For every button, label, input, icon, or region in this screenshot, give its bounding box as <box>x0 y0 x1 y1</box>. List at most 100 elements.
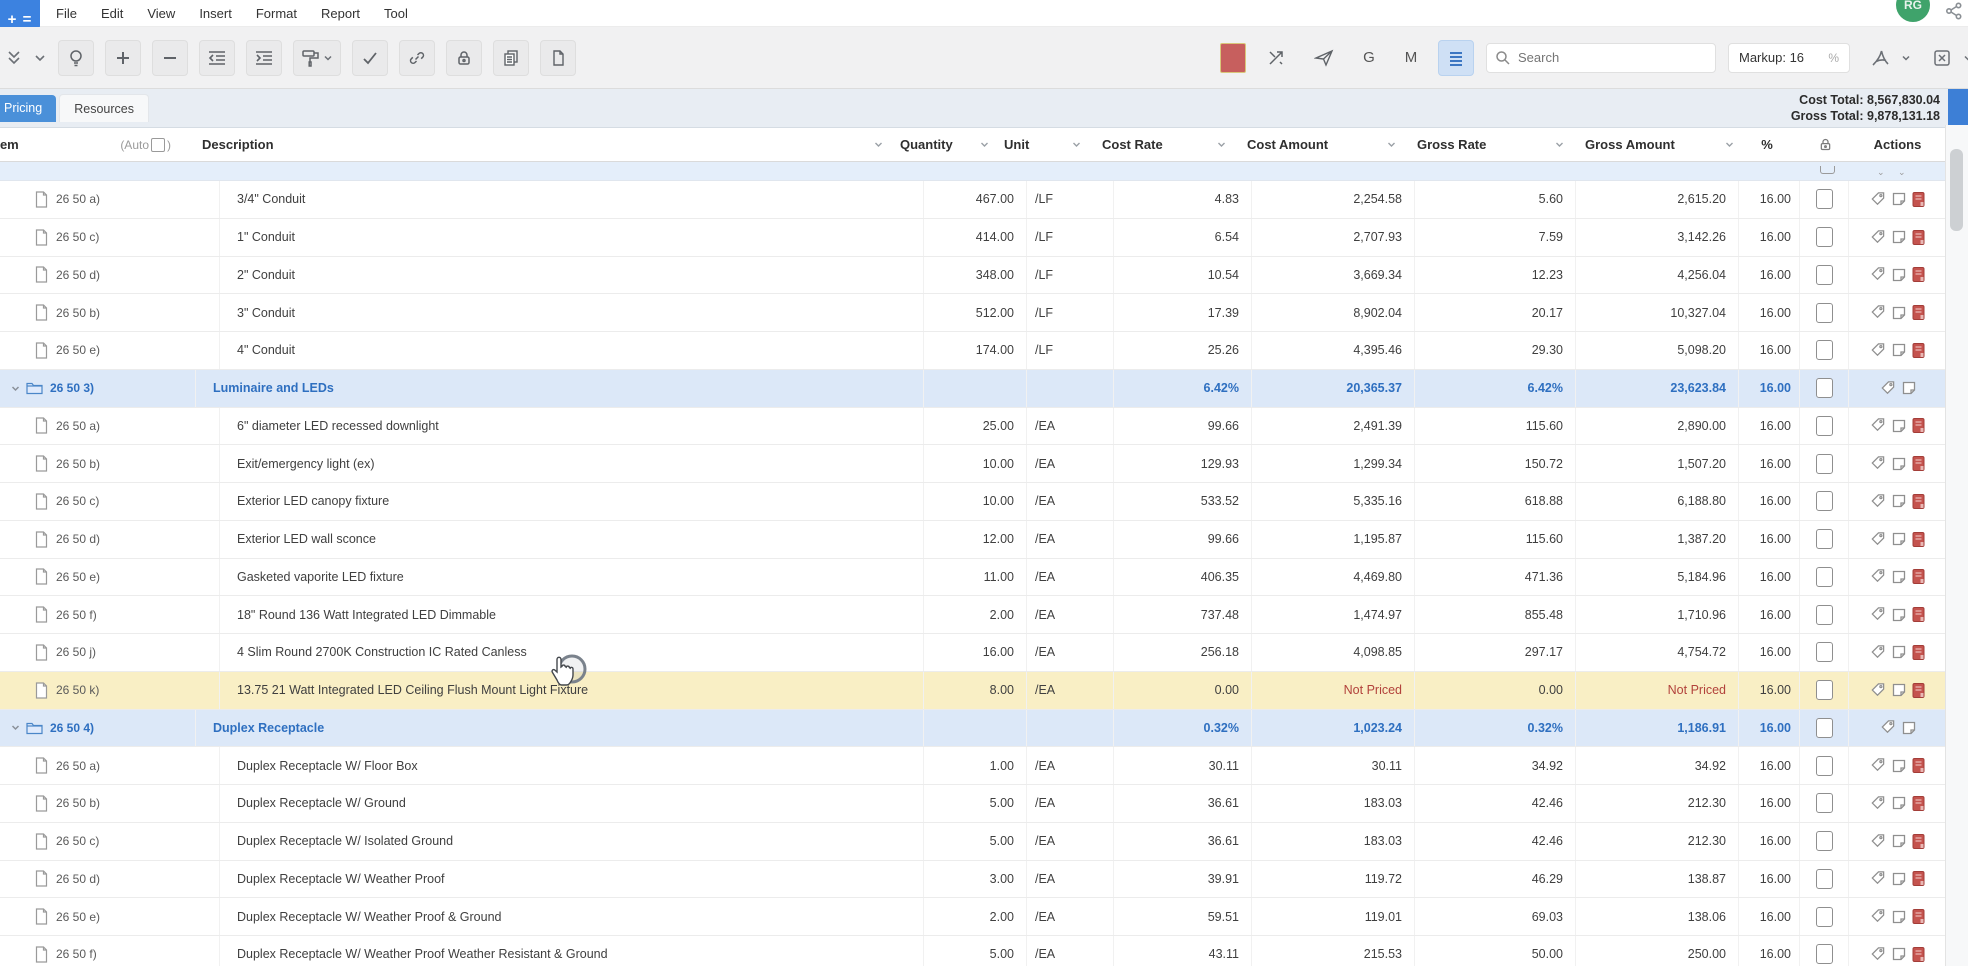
cost-amount-cell[interactable]: 1,474.97 <box>1252 596 1415 633</box>
description-cell[interactable]: Exterior LED wall sconce <box>220 521 924 558</box>
item-cell[interactable]: 26 50 e) <box>0 559 220 596</box>
note-icon[interactable] <box>1891 456 1907 472</box>
menu-insert[interactable]: Insert <box>189 3 242 24</box>
quantity-cell[interactable]: 5.00 <box>924 785 1027 822</box>
quantity-cell[interactable]: 467.00 <box>924 181 1027 218</box>
description-cell[interactable]: 18" Round 136 Watt Integrated LED Dimmab… <box>220 596 924 633</box>
tag-icon[interactable] <box>1869 870 1886 887</box>
g-button[interactable]: G <box>1354 42 1384 74</box>
description-cell[interactable]: 6" diameter LED recessed downlight <box>220 408 924 445</box>
note-icon[interactable] <box>1901 380 1917 396</box>
unit-filter-icon[interactable] <box>1071 139 1082 150</box>
cost-amount-cell[interactable]: 183.03 <box>1252 823 1415 860</box>
gross-rate-cell[interactable]: 0.32% <box>1415 710 1576 747</box>
note-icon[interactable] <box>1891 758 1907 774</box>
item-cell[interactable]: 26 50 a) <box>0 408 220 445</box>
description-cell[interactable]: Duplex Receptacle W/ Weather Proof & Gro… <box>220 898 924 935</box>
quantity-cell[interactable]: 16.00 <box>924 634 1027 671</box>
cost-rate-cell[interactable]: 256.18 <box>1114 634 1252 671</box>
quantity-cell[interactable]: 5.00 <box>924 823 1027 860</box>
item-row[interactable]: 26 50 a)3/4" Conduit467.00/LF4.832,254.5… <box>0 181 1946 219</box>
row-checkbox[interactable] <box>1816 265 1833 285</box>
row-checkbox[interactable] <box>1816 642 1833 662</box>
item-cell[interactable]: 26 50 d) <box>0 257 220 294</box>
format-painter-button[interactable] <box>293 40 341 76</box>
cost-rate-cell[interactable]: 30.11 <box>1114 747 1252 784</box>
gross-amount-cell[interactable]: 212.30 <box>1576 785 1739 822</box>
red-book-icon[interactable] <box>1912 342 1926 359</box>
column-cost-amount[interactable]: Cost Amount <box>1247 137 1328 152</box>
cost-amount-cell[interactable]: 4,469.80 <box>1252 559 1415 596</box>
row-checkbox[interactable] <box>1816 227 1833 247</box>
percent-cell[interactable]: 16.00 <box>1739 408 1800 445</box>
cost-rate-cell[interactable]: 17.39 <box>1114 294 1252 331</box>
m-button[interactable]: M <box>1396 42 1426 74</box>
gross-rate-cell[interactable]: 115.60 <box>1415 521 1576 558</box>
row-checkbox[interactable] <box>1816 869 1833 889</box>
red-book-icon[interactable] <box>1912 417 1926 434</box>
percent-cell[interactable]: 16.00 <box>1739 521 1800 558</box>
tag-icon[interactable] <box>1869 606 1886 623</box>
description-cell[interactable]: 3" Conduit <box>220 294 924 331</box>
item-cell[interactable]: 26 50 3) <box>0 370 196 407</box>
search-input[interactable] <box>1516 49 1670 66</box>
column-description[interactable]: Description <box>202 137 274 152</box>
description-cell[interactable]: Duplex Receptacle W/ Ground <box>220 785 924 822</box>
side-panel-button[interactable] <box>1948 89 1968 127</box>
gross-amount-filter-icon[interactable] <box>1724 139 1735 150</box>
item-row[interactable]: 26 50 b)3" Conduit512.00/LF17.398,902.04… <box>0 294 1946 332</box>
gross-rate-cell[interactable]: 29.30 <box>1415 332 1576 369</box>
gross-amount-cell[interactable]: 3,142.26 <box>1576 219 1739 256</box>
description-cell[interactable]: Exterior LED canopy fixture <box>220 483 924 520</box>
menu-view[interactable]: View <box>137 3 185 24</box>
gross-rate-cell[interactable]: 115.60 <box>1415 408 1576 445</box>
gross-rate-cell[interactable]: 297.17 <box>1415 634 1576 671</box>
description-cell[interactable]: 3/4" Conduit <box>220 181 924 218</box>
row-checkbox[interactable] <box>1816 529 1833 549</box>
list-view-button[interactable] <box>1438 40 1474 76</box>
row-checkbox[interactable] <box>1816 340 1833 360</box>
description-filter-icon[interactable] <box>873 139 884 150</box>
item-cell[interactable]: 26 50 b) <box>0 785 220 822</box>
row-checkbox[interactable] <box>1816 567 1833 587</box>
menu-file[interactable]: File <box>46 3 87 24</box>
gross-rate-cell[interactable]: 618.88 <box>1415 483 1576 520</box>
unit-cell[interactable]: /LF <box>1027 332 1114 369</box>
note-icon[interactable] <box>1901 720 1917 736</box>
group-row[interactable]: 26 50 3)Luminaire and LEDs6.42%20,365.37… <box>0 370 1946 408</box>
item-cell[interactable]: 26 50 b) <box>0 445 220 482</box>
cost-rate-cell[interactable]: 129.93 <box>1114 445 1252 482</box>
quantity-filter-icon[interactable] <box>979 139 990 150</box>
note-icon[interactable] <box>1891 342 1907 358</box>
gross-rate-cell[interactable]: 855.48 <box>1415 596 1576 633</box>
note-icon[interactable] <box>1891 607 1907 623</box>
cost-rate-cell[interactable]: 737.48 <box>1114 596 1252 633</box>
row-checkbox[interactable] <box>1816 605 1833 625</box>
group-row[interactable]: 26 50 4)Duplex Receptacle0.32%1,023.240.… <box>0 710 1946 748</box>
percent-cell[interactable]: 16.00 <box>1739 898 1800 935</box>
tag-icon[interactable] <box>1869 417 1886 434</box>
column-gross-rate[interactable]: Gross Rate <box>1417 137 1486 152</box>
red-book-icon[interactable] <box>1912 455 1926 472</box>
gross-amount-cell[interactable]: 4,754.72 <box>1576 634 1739 671</box>
gross-rate-cell[interactable]: 12.23 <box>1415 257 1576 294</box>
description-cell[interactable]: Gasketed vaporite LED fixture <box>220 559 924 596</box>
description-cell[interactable]: 2" Conduit <box>220 257 924 294</box>
gross-amount-cell[interactable]: 1,387.20 <box>1576 521 1739 558</box>
red-book-icon[interactable] <box>1912 833 1926 850</box>
item-cell[interactable]: 26 50 k) <box>0 672 220 709</box>
cost-rate-cell[interactable]: 6.42% <box>1114 370 1252 407</box>
cost-amount-cell[interactable]: 215.53 <box>1252 936 1415 966</box>
tag-icon[interactable] <box>1869 493 1886 510</box>
scrollbar-thumb[interactable] <box>1950 149 1963 231</box>
gross-rate-cell[interactable]: 6.42% <box>1415 370 1576 407</box>
gross-amount-cell[interactable]: 6,188.80 <box>1576 483 1739 520</box>
percent-cell[interactable]: 16.00 <box>1739 785 1800 822</box>
gross-rate-cell[interactable]: 7.59 <box>1415 219 1576 256</box>
row-checkbox[interactable] <box>1816 793 1833 813</box>
gross-rate-cell[interactable]: 46.29 <box>1415 861 1576 898</box>
outdent-button[interactable] <box>199 40 235 76</box>
auto-checkbox[interactable] <box>151 138 165 152</box>
unit-cell[interactable] <box>1027 710 1114 747</box>
cost-rate-cell[interactable]: 39.91 <box>1114 861 1252 898</box>
